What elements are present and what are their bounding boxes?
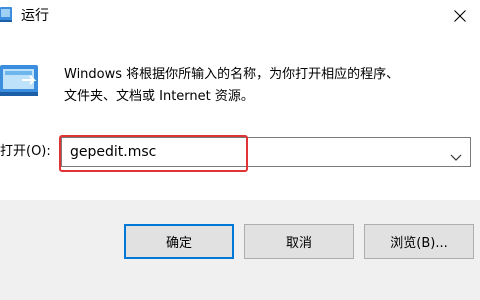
chevron-down-icon[interactable] (450, 147, 462, 161)
button-bar: 确定 取消 浏览(B)... (0, 200, 480, 300)
title-bar: 运行 (0, 0, 480, 34)
ok-button[interactable]: 确定 (124, 224, 234, 259)
cancel-button[interactable]: 取消 (244, 224, 354, 259)
run-app-icon (0, 5, 14, 25)
run-dialog: 运行 Windows 将根据你所输入的名称，为你打开相应的程序、 文件夹、文档或… (0, 0, 480, 300)
description-text: Windows 将根据你所输入的名称，为你打开相应的程序、 文件夹、文档或 In… (64, 64, 474, 108)
run-program-icon (0, 62, 42, 100)
description-line-1: Windows 将根据你所输入的名称，为你打开相应的程序、 (64, 67, 400, 82)
window-title: 运行 (21, 8, 49, 24)
open-input[interactable]: gepedit.msc (70, 143, 156, 161)
close-button[interactable] (440, 0, 480, 32)
description-line-2: 文件夹、文档或 Internet 资源。 (64, 89, 254, 104)
open-combobox[interactable]: gepedit.msc (61, 137, 471, 167)
browse-button[interactable]: 浏览(B)... (364, 224, 474, 259)
close-icon (454, 10, 466, 22)
open-label: 打开(O): (0, 144, 51, 159)
